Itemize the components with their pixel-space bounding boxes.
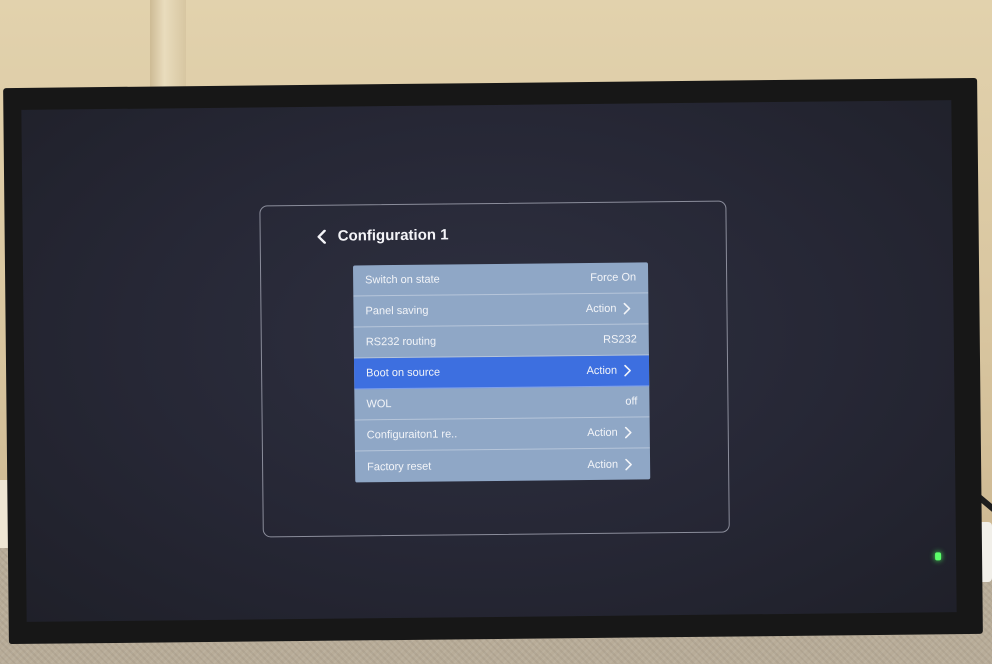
menu-item-value: Action — [587, 458, 619, 471]
menu-item-value: Action — [587, 426, 618, 440]
power-led — [935, 552, 942, 561]
chevron-right-icon — [624, 426, 638, 439]
menu-item-value: Force On — [590, 271, 637, 284]
menu-item-rs232-routing[interactable]: RS232 routing RS232 — [353, 324, 649, 359]
chevron-right-icon — [622, 302, 636, 315]
menu-item-value: Action — [585, 302, 617, 316]
osd-header: Configuration 1 — [316, 226, 449, 245]
page-title: Configuration 1 — [337, 226, 449, 245]
menu-item-panel-saving[interactable]: Panel saving Action — [353, 293, 649, 328]
menu-item-wol[interactable]: WOL off — [354, 386, 650, 421]
menu-item-switch-on-state[interactable]: Switch on state Force On — [352, 262, 649, 297]
menu-item-label: WOL — [366, 398, 392, 411]
chevron-right-icon — [623, 364, 637, 377]
screen: Configuration 1 Switch on state Force On… — [21, 100, 957, 622]
menu-item-label: RS232 routing — [365, 335, 437, 349]
osd-panel: Configuration 1 Switch on state Force On… — [259, 200, 730, 538]
settings-menu: Switch on state Force On Panel saving Ac… — [352, 262, 651, 483]
menu-item-label: Panel saving — [365, 304, 429, 318]
chevron-right-icon — [624, 458, 638, 470]
wall-seam — [150, 0, 186, 90]
menu-item-value: Action — [586, 364, 618, 378]
menu-item-factory-reset[interactable]: Factory reset Action — [355, 448, 650, 482]
menu-item-label: Factory reset — [367, 460, 432, 473]
menu-item-label: Switch on state — [365, 273, 440, 287]
menu-item-boot-on-source[interactable]: Boot on source Action — [353, 355, 650, 390]
menu-item-label: Configuraiton1 re.. — [366, 428, 458, 442]
menu-item-configuration1-reset[interactable]: Configuraiton1 re.. Action — [354, 417, 650, 452]
chevron-left-icon[interactable] — [316, 229, 338, 244]
menu-item-value: RS232 — [603, 333, 637, 346]
menu-item-value: off — [625, 395, 638, 408]
monitor: Configuration 1 Switch on state Force On… — [3, 77, 983, 645]
menu-item-label: Boot on source — [366, 366, 441, 380]
